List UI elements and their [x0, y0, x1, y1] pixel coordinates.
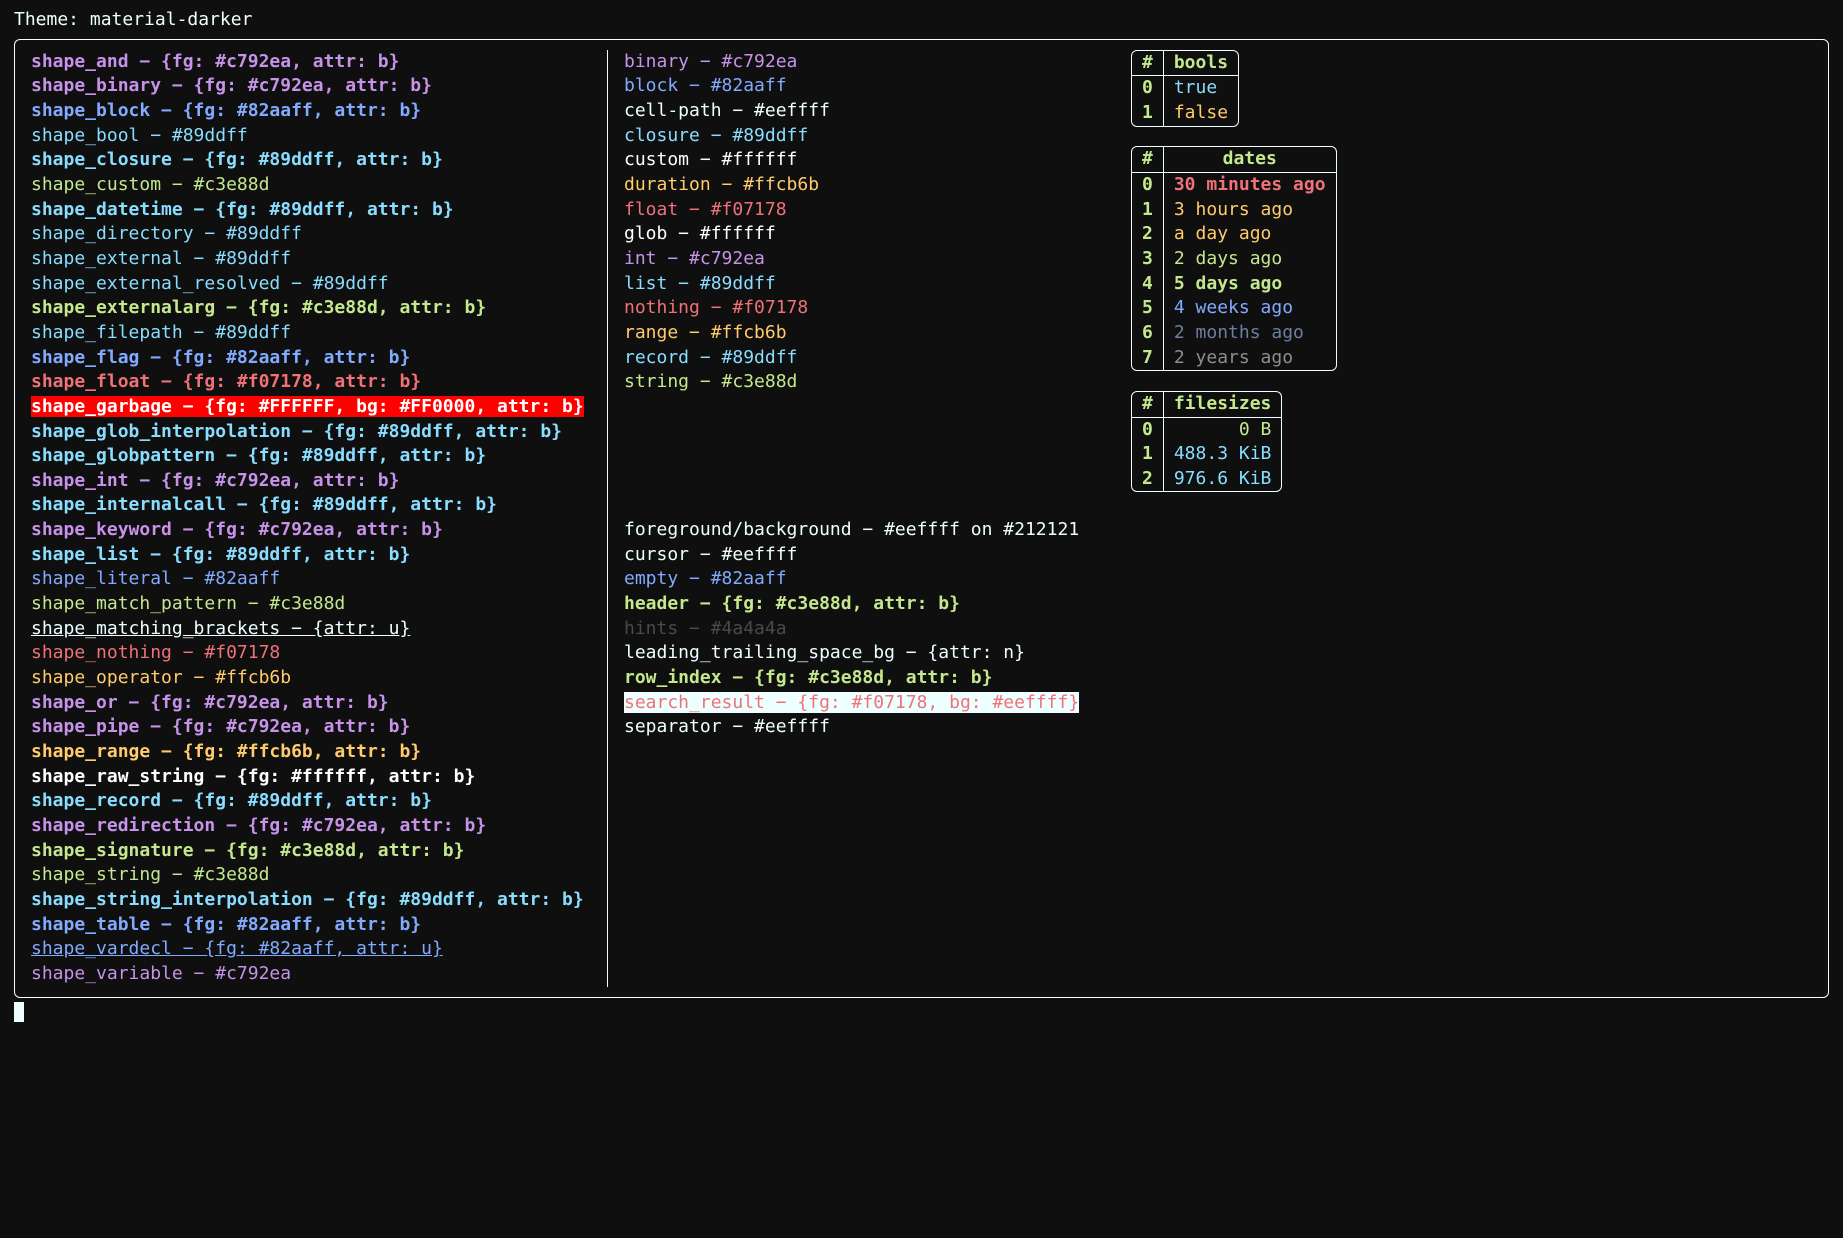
theme-panel: shape_and − {fg: #c792ea, attr: b}shape_… — [14, 39, 1829, 998]
table-cell: 2 days ago — [1163, 247, 1335, 272]
color-entry: shape_flag − {fg: #82aaff, attr: b} — [31, 346, 591, 371]
table-cell: 3 hours ago — [1163, 198, 1335, 223]
color-entry: range − #ffcb6b — [624, 321, 1099, 346]
color-entry: shape_custom − #c3e88d — [31, 173, 591, 198]
color-entry: shape_float − {fg: #f07178, attr: b} — [31, 370, 591, 395]
color-entry: duration − #ffcb6b — [624, 173, 1099, 198]
color-entry: row_index − {fg: #c3e88d, attr: b} — [624, 666, 1099, 691]
color-entry: foreground/background − #eeffff on #2121… — [624, 518, 1099, 543]
color-entry: separator − #eeffff — [624, 715, 1099, 740]
color-entry: float − #f07178 — [624, 198, 1099, 223]
color-entry: shape_pipe − {fg: #c792ea, attr: b} — [31, 715, 591, 740]
theme-label: Theme: — [14, 9, 79, 30]
color-entry: leading_trailing_space_bg − {attr: n} — [624, 641, 1099, 666]
color-entry: shape_string_interpolation − {fg: #89ddf… — [31, 888, 591, 913]
color-entry: glob − #ffffff — [624, 222, 1099, 247]
table-cell: 0 B — [1163, 417, 1281, 442]
color-entry: nothing − #f07178 — [624, 296, 1099, 321]
color-entry: string − #c3e88d — [624, 370, 1099, 395]
table-cell: 976.6 KiB — [1163, 467, 1281, 492]
table-cell: 2 years ago — [1163, 346, 1335, 371]
prompt-cursor[interactable] — [14, 1002, 24, 1022]
color-entry: block − #82aaff — [624, 74, 1099, 99]
color-entry: shape_matching_brackets − {attr: u} — [31, 617, 591, 642]
color-entry: shape_variable − #c792ea — [31, 962, 591, 987]
color-entry: shape_block − {fg: #82aaff, attr: b} — [31, 99, 591, 124]
color-entry: shape_raw_string − {fg: #ffffff, attr: b… — [31, 765, 591, 790]
table-cell: 2 months ago — [1163, 321, 1335, 346]
color-entry: record − #89ddff — [624, 346, 1099, 371]
table-cell: 488.3 KiB — [1163, 442, 1281, 467]
color-entry: shape_external − #89ddff — [31, 247, 591, 272]
color-entry: shape_list − {fg: #89ddff, attr: b} — [31, 543, 591, 568]
table-cell: a day ago — [1163, 222, 1335, 247]
color-entry: shape_vardecl − {fg: #82aaff, attr: u} — [31, 937, 591, 962]
table-cell: false — [1163, 101, 1238, 126]
color-entry: int − #c792ea — [624, 247, 1099, 272]
color-entry: shape_int − {fg: #c792ea, attr: b} — [31, 469, 591, 494]
color-entry: shape_match_pattern − #c3e88d — [31, 592, 591, 617]
color-entry: shape_table − {fg: #82aaff, attr: b} — [31, 913, 591, 938]
theme-name: material-darker — [90, 9, 253, 30]
color-entry: shape_range − {fg: #ffcb6b, attr: b} — [31, 740, 591, 765]
color-entry: shape_bool − #89ddff — [31, 124, 591, 149]
color-entry: shape_and − {fg: #c792ea, attr: b} — [31, 50, 591, 75]
color-entry: shape_redirection − {fg: #c792ea, attr: … — [31, 814, 591, 839]
color-entry: shape_external_resolved − #89ddff — [31, 272, 591, 297]
color-entry: shape_signature − {fg: #c3e88d, attr: b} — [31, 839, 591, 864]
table-cell: 5 days ago — [1163, 272, 1335, 297]
color-entry: binary − #c792ea — [624, 50, 1099, 75]
color-entry: shape_internalcall − {fg: #89ddff, attr:… — [31, 493, 591, 518]
color-entry: shape_string − #c3e88d — [31, 863, 591, 888]
table-cell: 4 weeks ago — [1163, 296, 1335, 321]
color-entry: shape_globpattern − {fg: #89ddff, attr: … — [31, 444, 591, 469]
color-entry: header − {fg: #c3e88d, attr: b} — [624, 592, 1099, 617]
color-entry: shape_glob_interpolation − {fg: #89ddff,… — [31, 420, 591, 445]
right-column: #bools0true1false #dates030 minutes ago1… — [1115, 50, 1828, 987]
color-entry: empty − #82aaff — [624, 567, 1099, 592]
color-entry: shape_closure − {fg: #89ddff, attr: b} — [31, 148, 591, 173]
color-entry: shape_keyword − {fg: #c792ea, attr: b} — [31, 518, 591, 543]
color-entry: cell-path − #eeffff — [624, 99, 1099, 124]
color-entry: shape_literal − #82aaff — [31, 567, 591, 592]
color-entry: shape_externalarg − {fg: #c3e88d, attr: … — [31, 296, 591, 321]
color-entry: shape_garbage − {fg: #FFFFFF, bg: #FF000… — [31, 395, 591, 420]
color-entry: shape_datetime − {fg: #89ddff, attr: b} — [31, 198, 591, 223]
color-entry: cursor − #eeffff — [624, 543, 1099, 568]
shapes-column: shape_and − {fg: #c792ea, attr: b}shape_… — [15, 50, 607, 987]
color-entry: search_result − {fg: #f07178, bg: #eefff… — [624, 691, 1099, 716]
color-entry: shape_directory − #89ddff — [31, 222, 591, 247]
color-entry: closure − #89ddff — [624, 124, 1099, 149]
color-entry: hints − #4a4a4a — [624, 617, 1099, 642]
data-table: #bools0true1false — [1131, 50, 1239, 127]
color-entry: list − #89ddff — [624, 272, 1099, 297]
mid-column: binary − #c792eablock − #82aaffcell-path… — [607, 50, 1115, 987]
color-entry: shape_record − {fg: #89ddff, attr: b} — [31, 789, 591, 814]
data-table: #dates030 minutes ago13 hours ago2a day … — [1131, 146, 1337, 371]
color-entry: shape_filepath − #89ddff — [31, 321, 591, 346]
table-cell: 30 minutes ago — [1163, 172, 1335, 197]
color-entry: shape_operator − #ffcb6b — [31, 666, 591, 691]
color-entry: custom − #ffffff — [624, 148, 1099, 173]
color-entry: shape_or − {fg: #c792ea, attr: b} — [31, 691, 591, 716]
table-cell: true — [1163, 76, 1238, 101]
color-entry: shape_binary − {fg: #c792ea, attr: b} — [31, 74, 591, 99]
color-entry: shape_nothing − #f07178 — [31, 641, 591, 666]
theme-header: Theme: material-darker — [14, 8, 1829, 33]
data-table: #filesizes00 B1488.3 KiB2976.6 KiB — [1131, 391, 1282, 493]
